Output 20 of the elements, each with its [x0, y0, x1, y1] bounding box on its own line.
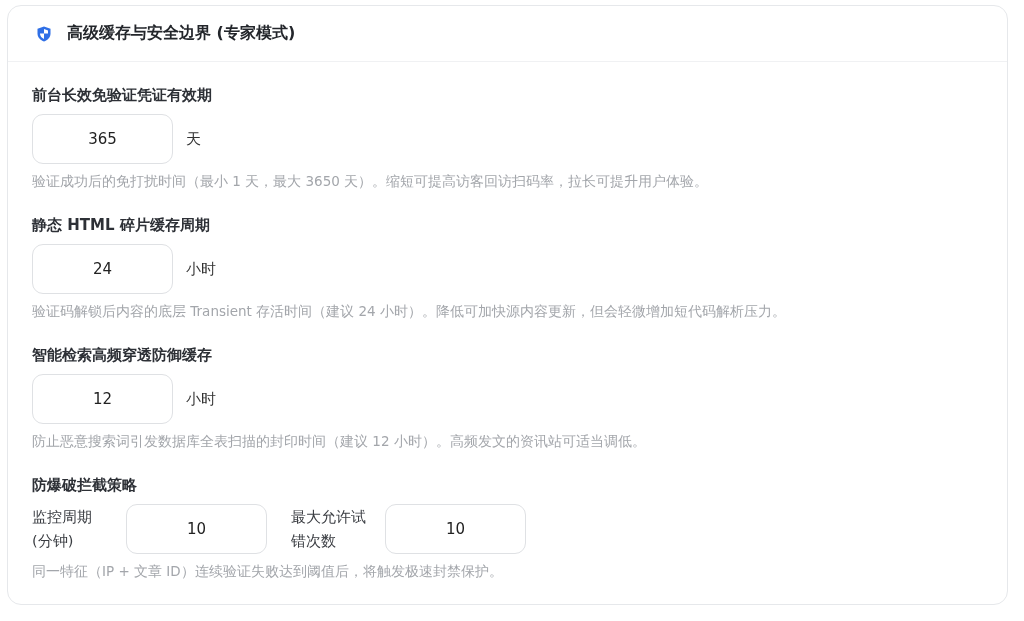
field-label: 监控周期(分钟) [32, 508, 93, 551]
number-input[interactable]: 10 [385, 504, 526, 554]
unit-label: 小时 [186, 259, 216, 279]
number-input[interactable]: 24 [32, 244, 173, 294]
field-label: 最大允许试错次数 [291, 508, 367, 551]
setting-label: 智能检索高频穿透防御缓存 [32, 345, 213, 366]
setting-label: 前台长效免验证凭证有效期 [32, 85, 213, 106]
unit-label: 天 [186, 129, 201, 149]
number-input[interactable]: 10 [126, 504, 267, 554]
card-title: 高级缓存与安全边界 (专家模式) [67, 23, 296, 44]
setting-hint: 防止恶意搜索词引发数据库全表扫描的封印时间（建议 12 小时）。高频发文的资讯站可适当调低。 [32, 432, 647, 450]
setting-hint: 验证成功后的免打扰时间（最小 1 天，最大 3650 天）。缩短可提高访客回访扫码率，拉长可提升用户体验。 [32, 172, 710, 190]
setting-hint: 同一特征（IP + 文章 ID）连续验证失败达到阈值后，将触发极速封禁保护。 [32, 562, 504, 580]
setting-hint: 验证码解锁后内容的底层 Transient 存活时间（建议 24 小时）。降低可加快源内容更新，但会轻微增加短代码解析压力。 [32, 302, 787, 320]
shield-icon [37, 25, 51, 42]
number-input[interactable]: 12 [32, 374, 173, 424]
unit-label: 小时 [186, 389, 216, 409]
number-input[interactable]: 365 [32, 114, 173, 164]
setting-label: 静态 HTML 碎片缓存周期 [32, 215, 211, 236]
setting-label: 防爆破拦截策略 [32, 475, 138, 496]
